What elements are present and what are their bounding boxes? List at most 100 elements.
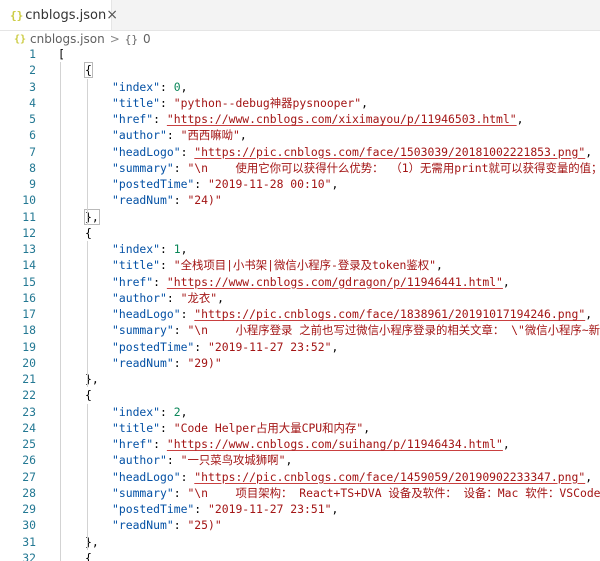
json-key: "postedTime" bbox=[112, 339, 195, 354]
json-value: "\n 项目架构： React+TS+DVA 设备及软件： 设备：Mac 软件：… bbox=[187, 485, 600, 500]
json-key: "headLogo" bbox=[112, 144, 181, 159]
json-url-value: "https://www.cnblogs.com/gdragon/p/11946… bbox=[166, 274, 503, 289]
json-value: "python--debug神器pysnooper" bbox=[173, 95, 362, 110]
json-key: "index" bbox=[112, 404, 161, 419]
code-text: "summary": "\n 使用它你可以获得什么优势： （1）无需用print… bbox=[112, 160, 600, 176]
tab-cnblogs-json[interactable]: {} cnblogs.json × bbox=[0, 0, 118, 30]
json-key: "href" bbox=[112, 112, 154, 126]
colon: : bbox=[160, 242, 174, 256]
comma: , bbox=[180, 404, 188, 419]
colon: : bbox=[194, 339, 209, 354]
code-text: "index": 2, bbox=[112, 404, 187, 420]
colon: : bbox=[194, 177, 209, 191]
code-text: { bbox=[85, 550, 92, 561]
code-line: 26 "author": "一只菜鸟攻城狮啊", bbox=[0, 452, 600, 468]
code-line: 27 "headLogo": "https://pic.cnblogs.com/f… bbox=[0, 469, 600, 485]
code-line: 15 "href": "https://www.cnblogs.com/gdrag… bbox=[0, 274, 600, 290]
code-text: "title": "Code Helper占用大量CPU和内存", bbox=[112, 420, 370, 436]
colon: : bbox=[173, 193, 188, 208]
indent-guide bbox=[87, 78, 88, 225]
breadcrumb-index[interactable]: 0 bbox=[143, 32, 151, 46]
line-number: 21 bbox=[22, 372, 36, 386]
json-key: "headLogo" bbox=[112, 307, 181, 321]
line-number: 6 bbox=[29, 128, 36, 143]
comma: , bbox=[363, 420, 371, 435]
tab-title: cnblogs.json bbox=[25, 7, 107, 23]
json-url-value: "https://pic.cnblogs.com/face/1459059/20… bbox=[194, 469, 586, 484]
colon: : bbox=[173, 355, 188, 370]
line-number: 17 bbox=[22, 307, 36, 321]
code-line: 11}, bbox=[0, 208, 600, 225]
code-text: "postedTime": "2019-11-28 00:10", bbox=[112, 176, 338, 192]
json-key: "headLogo" bbox=[112, 469, 181, 484]
code-text: { bbox=[85, 387, 92, 403]
line-number: 20 bbox=[22, 355, 36, 370]
code-line: 7 "headLogo": "https://pic.cnblogs.com/fa… bbox=[0, 144, 600, 160]
comma: , bbox=[180, 79, 188, 94]
colon: : bbox=[173, 323, 188, 338]
json-key: "title" bbox=[112, 95, 161, 110]
code-line: 2{ bbox=[0, 62, 600, 79]
code-text: "summary": "\n 项目架构： React+TS+DVA 设备及软件：… bbox=[112, 485, 600, 501]
json-braces-icon: {} bbox=[14, 33, 27, 45]
line-number: 18 bbox=[22, 323, 36, 338]
close-icon[interactable]: × bbox=[106, 7, 118, 23]
json-url-value: "https://www.cnblogs.com/xiximayou/p/119… bbox=[166, 112, 517, 126]
code-text: "headLogo": "https://pic.cnblogs.com/fac… bbox=[112, 306, 592, 322]
breadcrumb-file[interactable]: cnblogs.json bbox=[30, 32, 105, 46]
line-number: 29 bbox=[22, 502, 36, 516]
comma: , bbox=[239, 128, 247, 143]
bracket: { bbox=[85, 388, 92, 403]
json-value: 2 bbox=[173, 404, 181, 419]
code-line: 29 "postedTime": "2019-11-27 23:51", bbox=[0, 501, 600, 517]
colon: : bbox=[160, 258, 174, 273]
code-line: 19 "postedTime": "2019-11-27 23:52", bbox=[0, 339, 600, 355]
code-line: 10 "readNum": "24)" bbox=[0, 192, 600, 208]
code-text: "postedTime": "2019-11-27 23:51", bbox=[112, 501, 338, 517]
line-number: 4 bbox=[29, 95, 36, 110]
colon: : bbox=[160, 420, 174, 435]
code-text: "author": "龙衣", bbox=[112, 290, 224, 306]
code-line: 31}, bbox=[0, 534, 600, 550]
code-line: 22 { bbox=[0, 387, 600, 403]
bracket: { bbox=[85, 550, 92, 561]
colon: : bbox=[166, 453, 181, 468]
comma: , bbox=[285, 453, 293, 468]
line-number: 31 bbox=[22, 534, 36, 549]
json-key: "href" bbox=[112, 274, 154, 289]
json-key: "summary" bbox=[112, 323, 174, 338]
json-key: "href" bbox=[112, 437, 154, 451]
code-text: [ bbox=[58, 46, 65, 62]
json-value: "2019-11-28 00:10" bbox=[208, 177, 332, 191]
code-text: { bbox=[84, 62, 93, 79]
line-number: 23 bbox=[22, 404, 36, 419]
colon: : bbox=[180, 307, 195, 321]
code-text: "author": "一只菜鸟攻城狮啊", bbox=[112, 452, 292, 468]
code-editor[interactable]: 1[2{3 "index": 0, 4 "title": "python--debug… bbox=[0, 46, 600, 561]
code-text: "href": "https://www.cnblogs.com/suihang… bbox=[112, 436, 510, 452]
code-text: "postedTime": "2019-11-27 23:52", bbox=[112, 339, 338, 355]
json-key: "readNum" bbox=[112, 518, 174, 533]
json-key: "readNum" bbox=[112, 193, 174, 208]
indent-guide bbox=[87, 241, 88, 388]
json-key: "index" bbox=[112, 79, 161, 94]
comma: , bbox=[502, 274, 510, 289]
json-key: "postedTime" bbox=[112, 177, 195, 191]
colon: : bbox=[194, 502, 209, 516]
json-url-value: "https://www.cnblogs.com/suihang/p/11946… bbox=[166, 437, 503, 451]
comma: , bbox=[361, 95, 368, 110]
line-number: 11 bbox=[22, 209, 36, 224]
comma: , bbox=[331, 502, 339, 516]
json-braces-icon: {} bbox=[10, 8, 24, 22]
code-line: 21}, bbox=[0, 371, 600, 387]
comma: , bbox=[180, 242, 188, 256]
comma: , bbox=[331, 177, 339, 191]
comma: , bbox=[585, 469, 593, 484]
code-text: "summary": "\n 小程序登录 之前也写过微信小程序登录的相关文章： … bbox=[112, 322, 600, 338]
line-number: 15 bbox=[22, 274, 36, 289]
comma: , bbox=[585, 144, 593, 159]
line-number: 16 bbox=[22, 290, 36, 305]
code-line: 5 "href": "https://www.cnblogs.com/xixima… bbox=[0, 111, 600, 127]
code-line: 4 "title": "python--debug神器pysnooper", bbox=[0, 95, 600, 111]
code-text: "headLogo": "https://pic.cnblogs.com/fac… bbox=[112, 144, 592, 160]
